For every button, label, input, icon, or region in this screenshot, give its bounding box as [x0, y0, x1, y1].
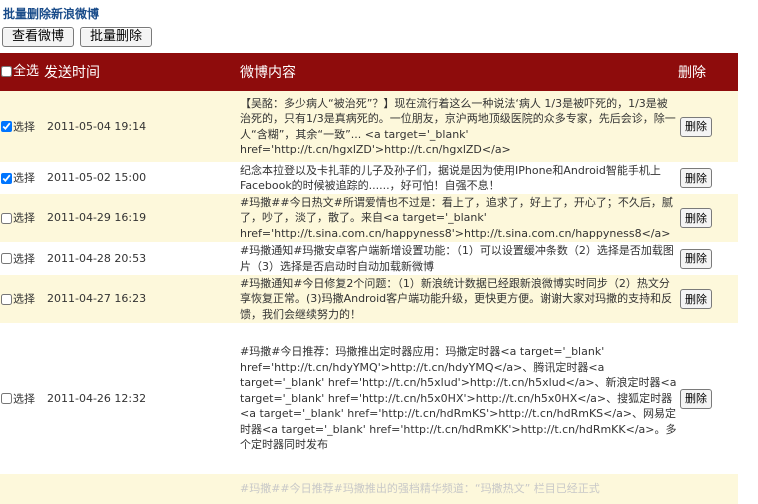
time-header: 发送时间 [44, 53, 240, 91]
row-select-label: 选择 [13, 171, 35, 185]
row-select-checkbox[interactable] [1, 212, 12, 224]
row-delete-cell: 删除 [678, 162, 738, 194]
table-row: 选择 2011-04-29 16:19 #玛撒##今日热文#所谓爱情也不过是：看上了… [0, 194, 738, 242]
table-body: 选择 2011-05-04 19:14 【吴酩：多少病人“被治死”？】现在流行着这么… [0, 91, 738, 504]
row-delete-cell: 删除 [678, 194, 738, 242]
row-delete-button[interactable]: 删除 [680, 208, 712, 228]
row-time: 2011-05-04 19:14 [44, 91, 240, 162]
row-content: 纪念本拉登以及卡扎菲的儿子及孙子们，据说是因为使用IPhone和Android智… [240, 162, 678, 194]
row-select-label: 选择 [13, 119, 35, 133]
content-header: 微博内容 [240, 53, 678, 91]
row-content: #玛撒##今日热文#所谓爱情也不过是：看上了，追求了，好上了，开心了；不久后，腻… [240, 194, 678, 242]
row-time: 2011-05-02 15:00 [44, 162, 240, 194]
row-delete-cell: 删除 [678, 91, 738, 162]
row-time: 2011-04-26 12:32 [44, 323, 240, 474]
table-header-row: 全选 发送时间 微博内容 删除 [0, 53, 738, 91]
row-select-cell: 选择 [0, 242, 44, 275]
row-select-label: 选择 [13, 211, 35, 225]
row-delete-cell: 删除 [678, 242, 738, 275]
table-row: 选择 2011-04-27 16:23 #玛撒通知#今日修复2个问题：（1）新浪统计… [0, 275, 738, 323]
row-select-checkbox[interactable] [1, 253, 12, 265]
row-time: 2011-04-28 20:53 [44, 242, 240, 275]
select-all-header: 全选 [0, 53, 44, 91]
row-delete-cell: 删除 [678, 323, 738, 474]
batch-delete-button[interactable]: 批量删除 [80, 27, 153, 47]
table-row: 选择 2011-04-26 12:32 #玛撒#今日推荐：玛撒推出定时器应用：玛撒定… [0, 323, 738, 474]
row-content: #玛撒通知#玛撒安卓客户端新增设置功能：（1）可以设置缓冲条数（2）选择是否加载… [240, 242, 678, 275]
row-select-label: 选择 [13, 292, 35, 306]
select-all-checkbox[interactable] [1, 66, 12, 77]
table-row: 选择 2011-05-02 15:00 纪念本拉登以及卡扎菲的儿子及孙子们，据说是因… [0, 162, 738, 194]
row-select-checkbox[interactable] [1, 293, 12, 305]
page-title: 批量删除新浪微博 [3, 7, 100, 21]
row-content: 【吴酩：多少病人“被治死”？】现在流行着这么一种说法‘病人 1/3是被吓死的，1… [240, 91, 678, 162]
row-delete-button[interactable]: 删除 [680, 248, 712, 269]
row-delete-button[interactable]: 删除 [680, 388, 712, 409]
select-all-label: 全选 [13, 64, 40, 79]
row-delete-button[interactable]: 删除 [680, 116, 712, 137]
row-select-cell: 选择 [0, 323, 44, 474]
weibo-table: 全选 发送时间 微博内容 删除 选择 2011-05-04 19:14 【吴酩：多少… [0, 53, 738, 504]
table-row: 选择 2011-04-28 20:53 #玛撒通知#玛撒安卓客户端新增设置功能：（1… [0, 242, 738, 275]
row-time: 2011-04-27 16:23 [44, 275, 240, 323]
row-select-checkbox[interactable] [1, 172, 12, 184]
row-select-checkbox[interactable] [1, 121, 12, 133]
row-time: 2011-04-29 16:19 [44, 194, 240, 242]
table-row: 选择 2011-05-04 19:14 【吴酩：多少病人“被治死”？】现在流行着这么… [0, 91, 738, 162]
delete-header: 删除 [678, 53, 738, 91]
row-select-cell: 选择 [0, 194, 44, 242]
row-select-cell: 选择 [0, 275, 44, 323]
row-select-checkbox[interactable] [1, 393, 12, 405]
row-content: #玛撒通知#今日修复2个问题：（1）新浪统计数据已经跟新浪微博实时同步（2）热文… [240, 275, 678, 323]
view-weibo-button[interactable]: 查看微博 [2, 27, 75, 47]
row-delete-button[interactable]: 删除 [680, 168, 712, 188]
row-select-cell: 选择 [0, 162, 44, 194]
row-content: #玛撒#今日推荐：玛撒推出定时器应用：玛撒定时器<a target='_blan… [240, 323, 678, 474]
toolbar: 查看微博 批量删除 [2, 27, 153, 47]
row-delete-cell: 删除 [678, 275, 738, 323]
row-select-label: 选择 [13, 391, 35, 405]
row-select-cell: 选择 [0, 91, 44, 162]
row-delete-button[interactable]: 删除 [680, 289, 712, 309]
row-select-label: 选择 [13, 251, 35, 265]
